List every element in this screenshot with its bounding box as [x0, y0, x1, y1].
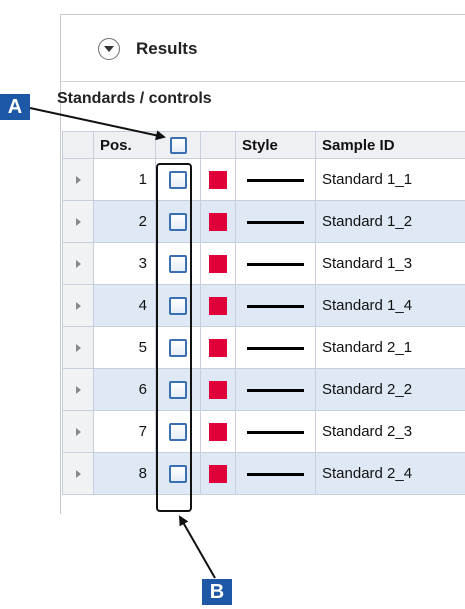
callout-b-arrow — [179, 515, 216, 579]
callout-arrows — [29, 107, 216, 579]
callout-a-arrow — [29, 107, 166, 141]
